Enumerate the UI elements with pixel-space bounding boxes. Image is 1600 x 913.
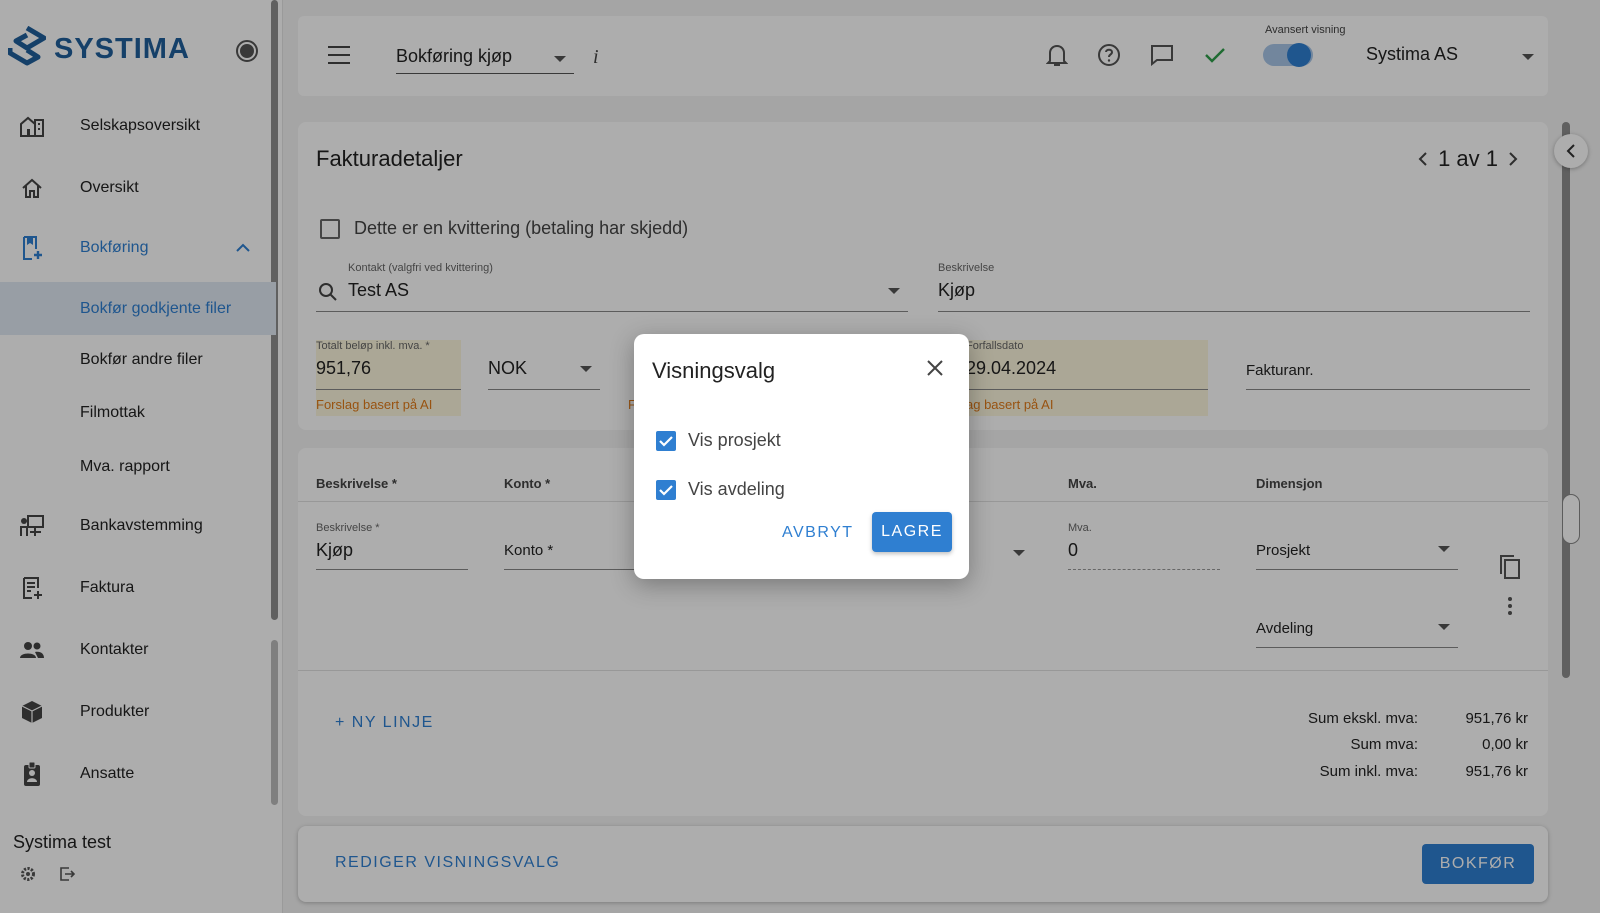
cancel-button[interactable]: AVBRYT (782, 524, 854, 542)
close-icon[interactable] (923, 356, 947, 380)
checkbox-checked[interactable] (656, 430, 676, 451)
check-icon (659, 484, 673, 496)
view-options-dialog: Visningsvalg Vis prosjekt Vis avdeling A… (634, 334, 969, 579)
save-button[interactable]: LAGRE (872, 512, 952, 552)
check-icon (659, 435, 673, 447)
option-label: Vis avdeling (688, 479, 785, 499)
option-show-department[interactable]: Vis avdeling (656, 479, 785, 500)
checkbox-checked[interactable] (656, 479, 676, 500)
option-label: Vis prosjekt (688, 430, 781, 450)
option-show-project[interactable]: Vis prosjekt (656, 430, 781, 451)
dialog-title: Visningsvalg (652, 358, 776, 383)
